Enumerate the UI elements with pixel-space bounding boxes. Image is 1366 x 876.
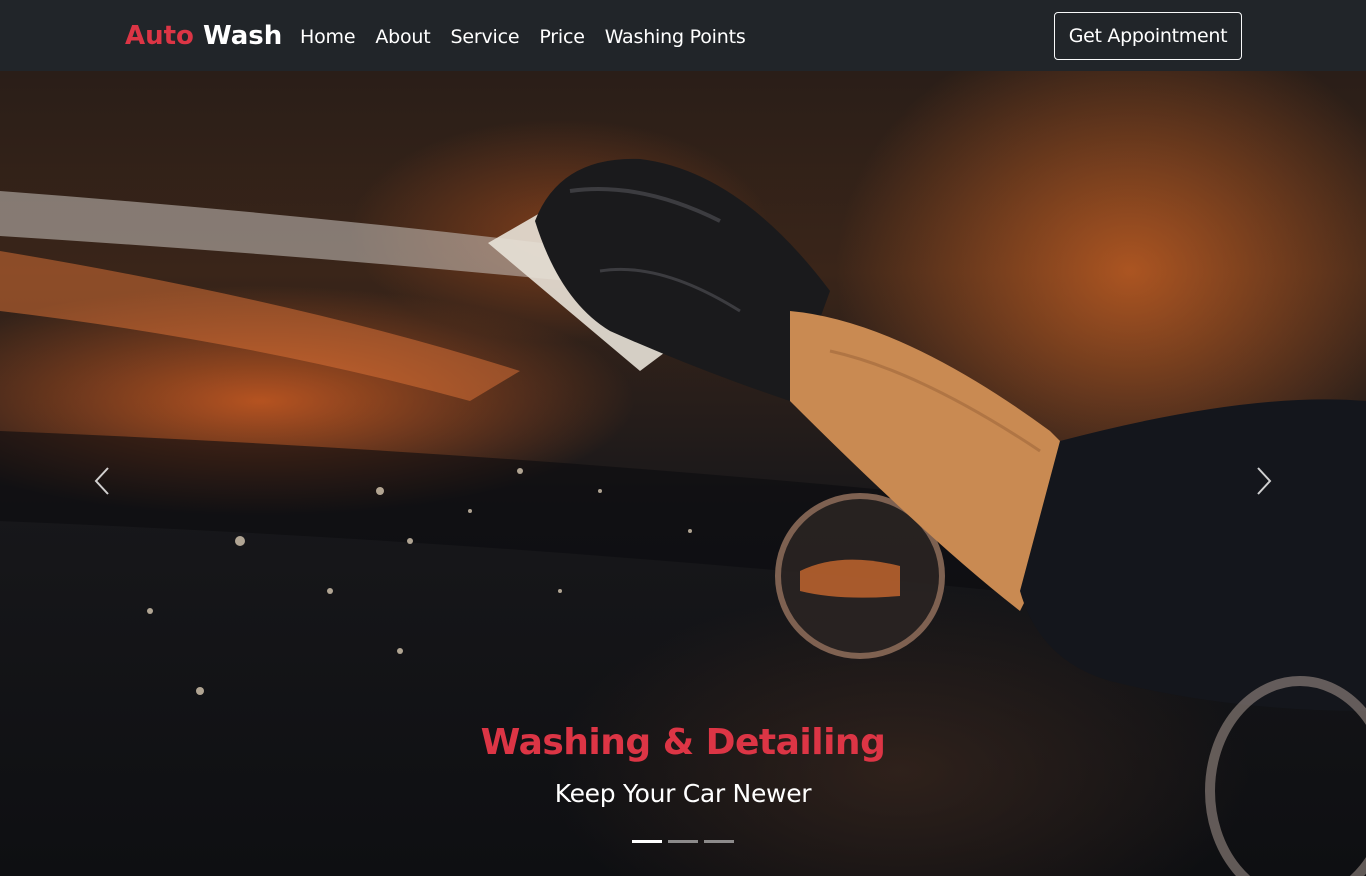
carousel-indicator-2[interactable] <box>668 840 698 843</box>
nav-link-about[interactable]: About <box>375 24 430 50</box>
chevron-right-icon <box>1257 467 1272 495</box>
carousel-indicators <box>632 840 734 843</box>
nav-link-price[interactable]: Price <box>539 24 585 50</box>
get-appointment-button[interactable]: Get Appointment <box>1054 12 1242 60</box>
hero-carousel: Washing & Detailing Keep Your Car Newer <box>0 71 1366 876</box>
carousel-indicator-3[interactable] <box>704 840 734 843</box>
nav-link-home[interactable]: Home <box>300 24 356 50</box>
carousel-indicator-1[interactable] <box>632 840 662 843</box>
top-navbar: Auto Wash Home About Service Price Washi… <box>0 0 1366 71</box>
nav-links: Home About Service Price Washing Points <box>300 24 766 50</box>
nav-link-washing-points[interactable]: Washing Points <box>605 24 746 50</box>
carousel-next-button[interactable] <box>1234 451 1294 511</box>
brand-wash: Wash <box>203 21 283 51</box>
brand-auto: Auto <box>125 21 194 51</box>
carousel-prev-button[interactable] <box>72 451 132 511</box>
chevron-left-icon <box>94 467 109 495</box>
brand-logo[interactable]: Auto Wash <box>125 19 282 53</box>
slide-title: Washing & Detailing <box>480 722 886 763</box>
slide-subtitle: Keep Your Car Newer <box>554 779 812 808</box>
nav-link-service[interactable]: Service <box>451 24 520 50</box>
